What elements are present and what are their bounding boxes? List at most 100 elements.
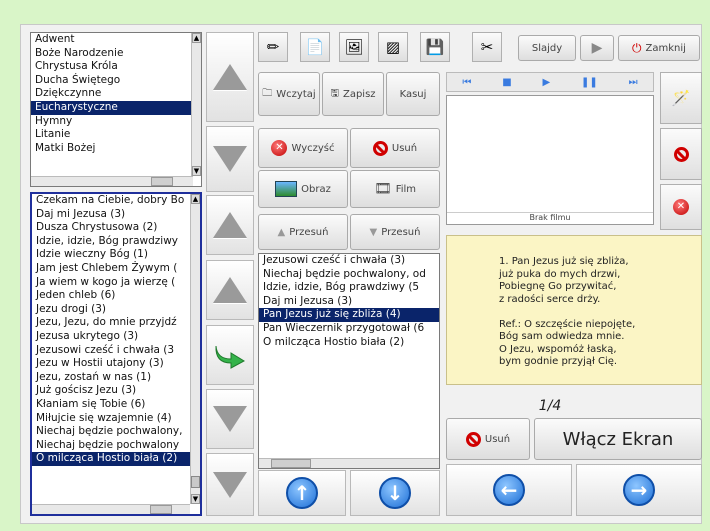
prev-slide-button[interactable]: ← [446, 464, 572, 516]
songs-item[interactable]: Jezu drogi (3) [32, 303, 200, 317]
move-up-button[interactable]: ▲ Przesuń [258, 214, 348, 250]
song-vscroll[interactable]: ▲ ▼ [190, 194, 200, 504]
scroll-down-icon[interactable]: ▼ [192, 166, 201, 176]
arrow-up-circle-icon: ↑ [286, 477, 318, 509]
categories-item[interactable]: Litanie [31, 128, 201, 142]
songs-item[interactable]: Jezu, Jezu, do mnie przyjdź [32, 316, 200, 330]
playlist-item[interactable]: Pan Wieczernik przygotował (6 [259, 322, 439, 336]
categories-item[interactable]: Eucharystyczne [31, 100, 201, 115]
arrow-up-icon [213, 212, 247, 238]
lyric-line: bym godnie przyjął Cię. [499, 356, 618, 367]
usun-button[interactable]: Usuń [350, 128, 440, 168]
remove-slide-button[interactable]: Usuń [446, 418, 530, 460]
category-list[interactable]: Adwent Boże Narodzenie Chrystusa Króla Duch… [30, 32, 202, 187]
scroll-up-icon[interactable]: ▲ [192, 33, 201, 43]
categories-item[interactable]: Chrystusa Króla [31, 60, 201, 74]
slajdy-button[interactable]: Slajdy [518, 35, 576, 61]
songs-item[interactable]: Jam jest Chlebem Żywym ( [32, 262, 200, 276]
playlist-hscroll[interactable] [259, 458, 439, 468]
scroll-down-icon[interactable]: ▼ [191, 494, 200, 504]
songs-item[interactable]: Jezu, zostań w nas (1) [32, 371, 200, 385]
scroll-up-icon[interactable]: ▲ [191, 194, 200, 204]
nav-down-button[interactable]: ↓ [350, 470, 440, 516]
songs-item[interactable]: Jezu w Hostii utajony (3) [32, 357, 200, 371]
hscroll-thumb[interactable] [151, 177, 173, 186]
song-hscroll[interactable] [32, 504, 190, 514]
playlist-item[interactable]: Pan Jezus już się zbliża (4) [259, 308, 439, 322]
categories-item[interactable]: Ducha Świętego [31, 74, 201, 88]
lyric-line: Ref.: O szczęście niepojęte, [499, 318, 636, 330]
red-x-icon: ✕ [673, 199, 689, 215]
songs-item[interactable]: Niechaj będzie pochwalony [32, 439, 200, 453]
playlist-item[interactable]: Idzie, idzie, Bóg prawdziwy (5 [259, 281, 439, 295]
categories-item[interactable]: Adwent [31, 33, 201, 47]
save-button[interactable]: 🖫 Zapisz [322, 72, 384, 116]
categories-item[interactable]: Matki Bożej [31, 142, 201, 156]
songs-item[interactable]: O milcząca Hostio biała (2) [32, 452, 200, 466]
songs-item[interactable]: Niechaj będzie pochwalony, [32, 425, 200, 439]
effects-button[interactable]: 🪄 [660, 72, 702, 124]
song-list[interactable]: Czekam na Ciebie, dobry Bo Daj mi Jezusa … [30, 192, 202, 516]
next-slide-button[interactable]: → [576, 464, 702, 516]
songs-item[interactable]: Dusza Chrystusowa (2) [32, 221, 200, 235]
load-button[interactable]: 🗀 Wczytaj [258, 72, 320, 116]
edit-button[interactable]: 📄 [300, 32, 330, 62]
songs-item[interactable]: Ja wiem w kogo ja wierzę ( [32, 276, 200, 290]
categories-item[interactable]: Dziękczynne [31, 87, 201, 101]
film-button[interactable]: 🎞 Film [350, 170, 440, 208]
song-down-button[interactable] [206, 389, 254, 449]
playlist-item[interactable]: O milcząca Hostio biała (2) [259, 336, 439, 350]
clear-playlist-button[interactable]: Kasuj [386, 72, 440, 116]
vscroll-thumb[interactable] [191, 476, 200, 488]
close-button[interactable]: ⏻ Zamknij [618, 35, 700, 61]
arrow-left-circle-icon: ← [493, 474, 525, 506]
category-up-button[interactable] [206, 32, 254, 122]
song-scroll-down-button[interactable] [206, 453, 254, 516]
hscroll-thumb[interactable] [150, 505, 172, 514]
image-button[interactable]: 🖼 [339, 32, 369, 62]
songs-item[interactable]: Jezusa ukrytego (3) [32, 330, 200, 344]
nav-up-button[interactable]: ↑ [258, 470, 346, 516]
new-button[interactable]: ✏ [258, 32, 288, 62]
add-to-playlist-button[interactable] [206, 325, 254, 385]
songs-item[interactable]: Jezusowi cześć i chwała (3 [32, 344, 200, 358]
songs-item[interactable]: Czekam na Ciebie, dobry Bo [32, 194, 200, 208]
hscroll-thumb[interactable] [271, 459, 311, 468]
songs-item[interactable]: Idzie, idzie, Bóg prawdziwy [32, 235, 200, 249]
playlist-item[interactable]: Jezusowi cześć i chwała (3) [259, 254, 439, 268]
songs-item[interactable]: Już gościsz Jezu (3) [32, 384, 200, 398]
wyczysc-button[interactable]: ✕ Wyczyść [258, 128, 348, 168]
playlist-item[interactable]: Niechaj będzie pochwalony, od [259, 268, 439, 282]
play-icon[interactable]: ▶ [542, 77, 550, 88]
playlist-item[interactable]: Daj mi Jezusa (3) [259, 295, 439, 309]
skip-forward-icon[interactable]: ⏭ [629, 77, 638, 88]
songs-item[interactable]: Kłaniam się Tobie (6) [32, 398, 200, 412]
categories-item[interactable]: Hymny [31, 115, 201, 129]
landscape-image-icon [275, 181, 298, 197]
song-up-button[interactable] [206, 260, 254, 320]
remove-media-button[interactable]: ✕ [660, 184, 702, 230]
pause-icon[interactable]: ❚❚ [581, 77, 598, 88]
picture-icon: 🖼 [344, 38, 364, 56]
songs-item[interactable]: Miłujcie się wzajemnie (4) [32, 412, 200, 426]
skip-back-icon[interactable]: ⏮ [462, 77, 471, 88]
songs-item[interactable]: Daj mi Jezusa (3) [32, 208, 200, 222]
enable-screen-button[interactable]: Włącz Ekran [534, 418, 702, 460]
songs-item[interactable]: Jeden chleb (6) [32, 289, 200, 303]
move-down-button[interactable]: ▼ Przesuń [350, 214, 440, 250]
categories-item[interactable]: Boże Narodzenie [31, 47, 201, 61]
obraz-button[interactable]: Obraz [258, 170, 348, 208]
category-vscroll[interactable]: ▲ ▼ [191, 33, 201, 176]
save-disk-button[interactable]: 💾 [420, 32, 450, 62]
media-controls: ⏮ ■ ▶ ❚❚ ⏭ [446, 72, 654, 92]
category-down-button[interactable] [206, 126, 254, 192]
stop-display-button[interactable] [660, 128, 702, 180]
song-scroll-up-button[interactable] [206, 195, 254, 255]
no-image-button[interactable]: ▨ [378, 32, 408, 62]
playlist[interactable]: Jezusowi cześć i chwała (3) Niechaj będzi… [258, 253, 440, 469]
category-hscroll[interactable] [31, 176, 193, 186]
songs-item[interactable]: Idzie wieczny Bóg (1) [32, 248, 200, 262]
stop-icon[interactable]: ■ [502, 77, 511, 88]
play-slides-button[interactable]: ▶ [580, 35, 614, 61]
settings-button[interactable]: ✂ [472, 32, 502, 62]
